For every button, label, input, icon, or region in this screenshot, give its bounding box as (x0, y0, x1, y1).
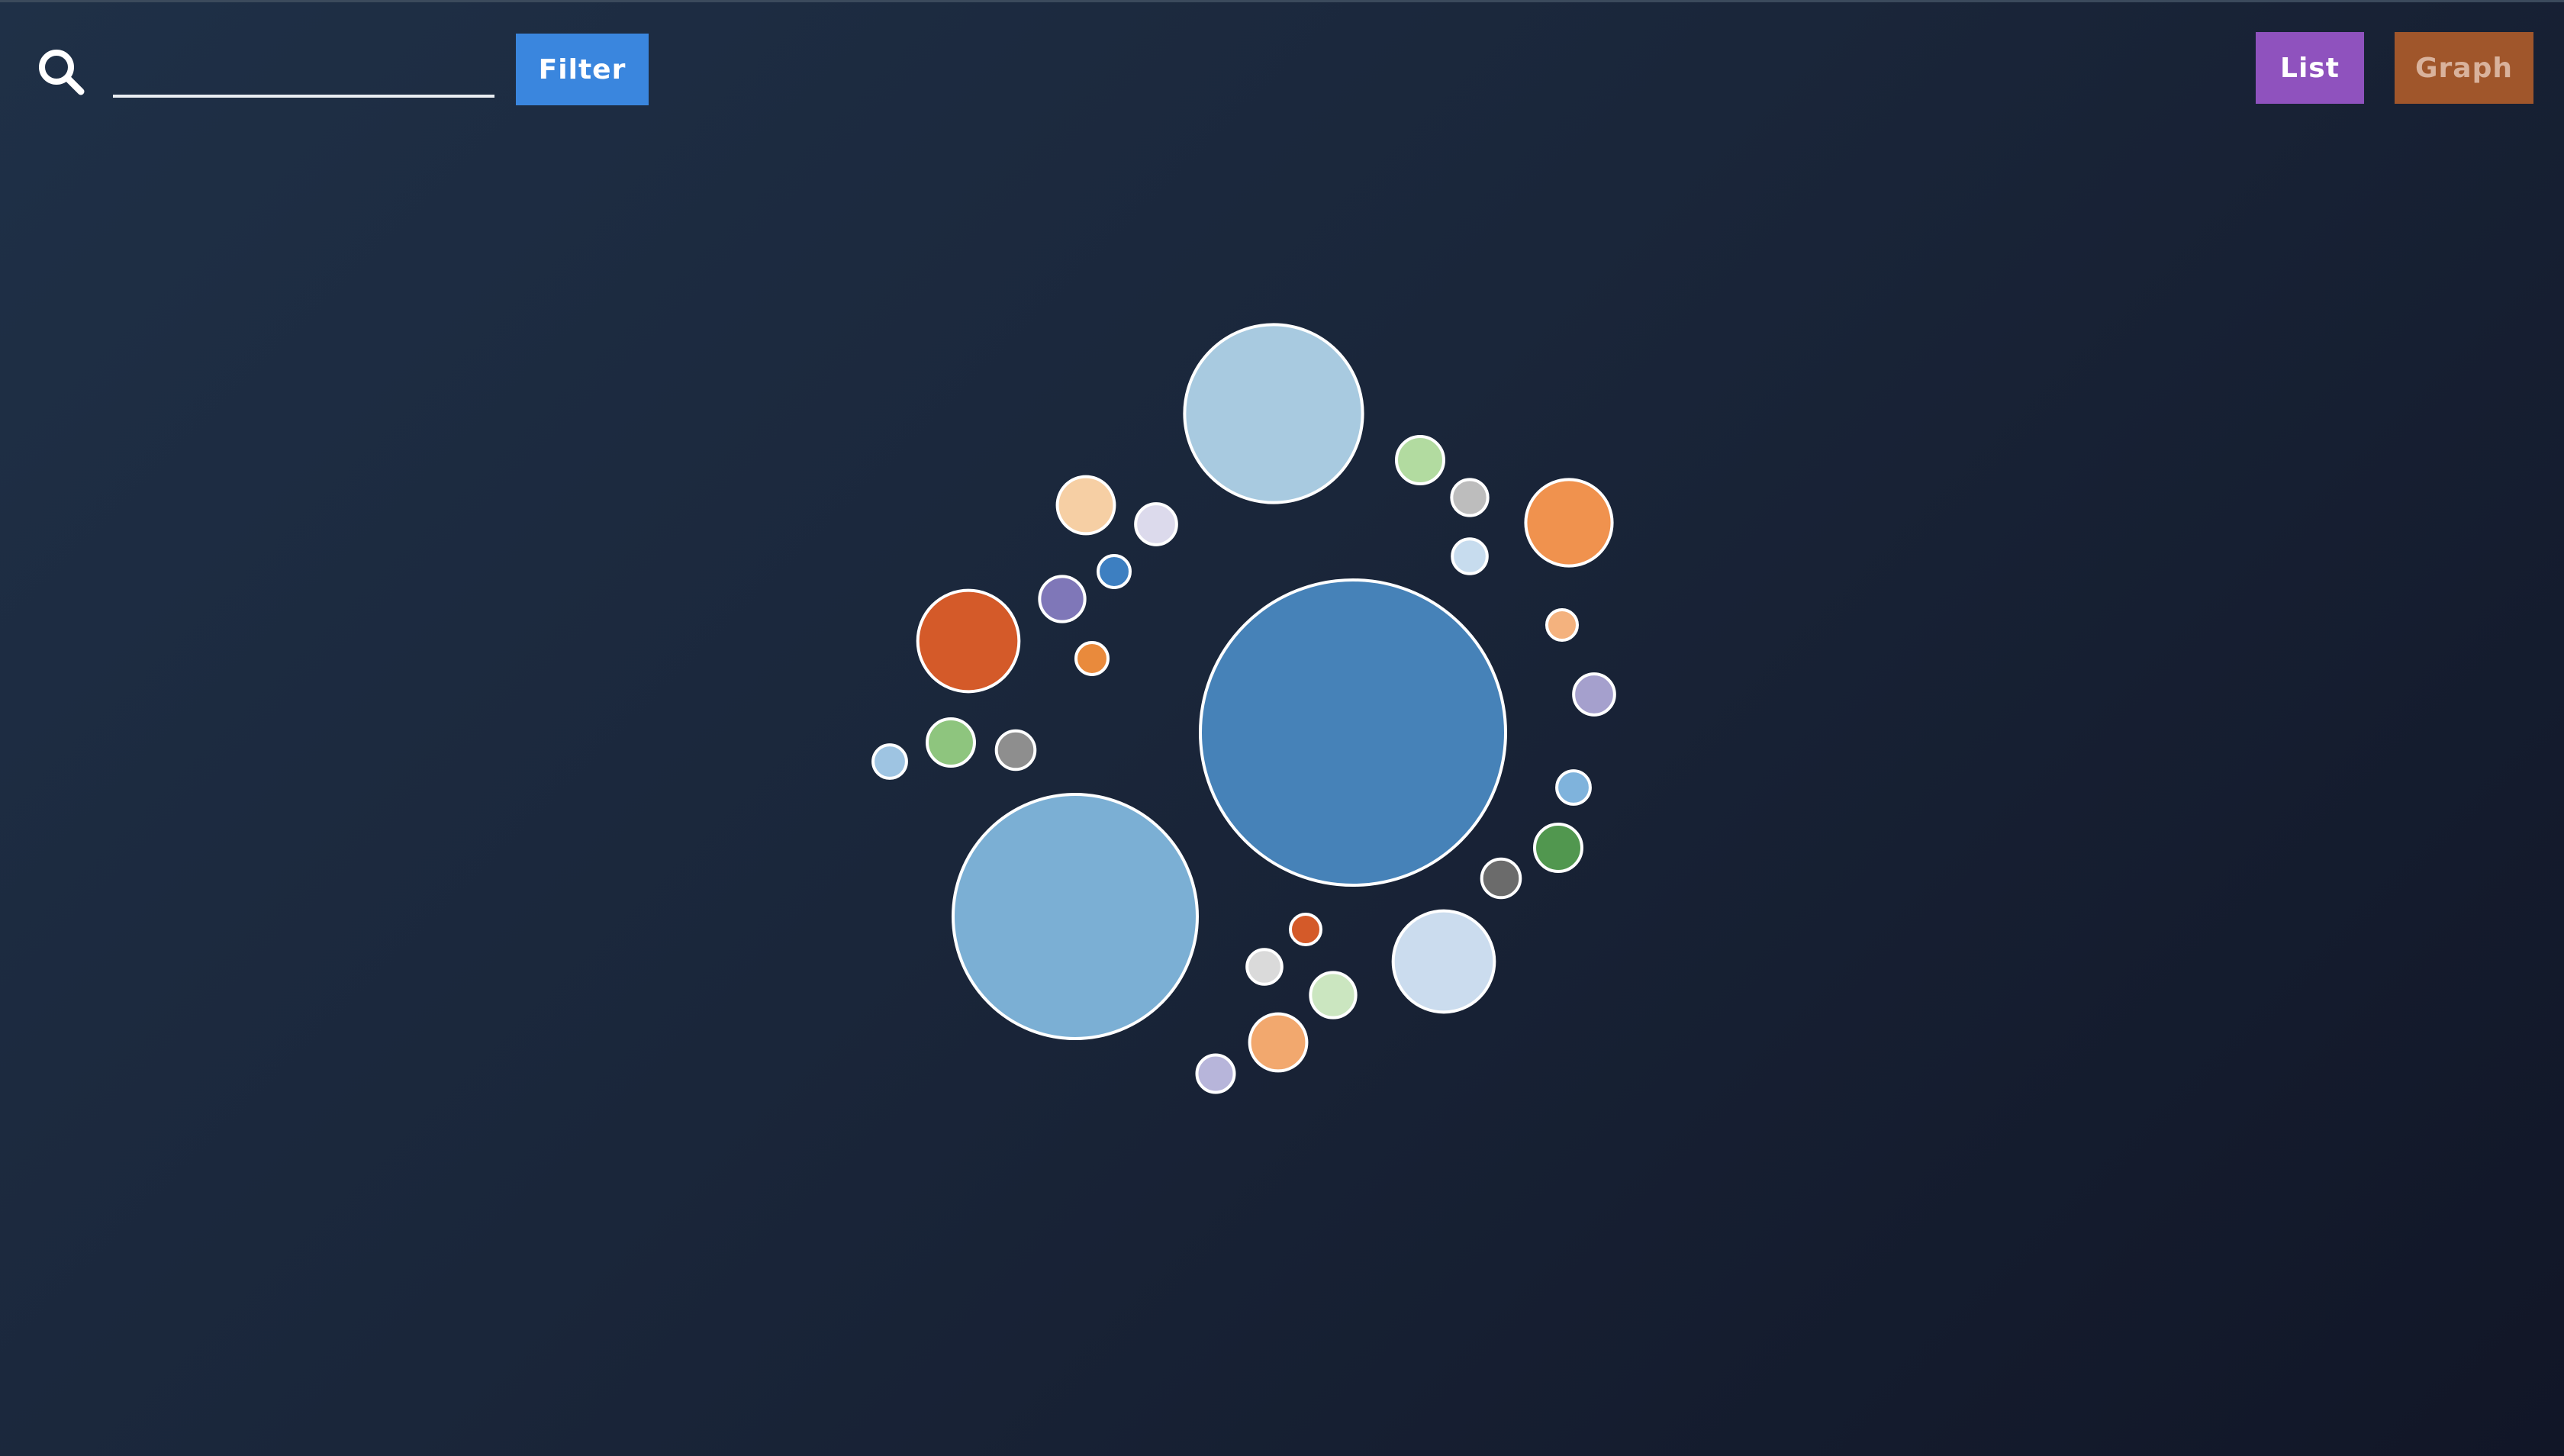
bubble-node[interactable] (926, 717, 976, 768)
bubble-node[interactable] (1391, 909, 1496, 1014)
bubble-node[interactable] (1395, 435, 1445, 485)
bubble-node[interactable] (1533, 823, 1583, 873)
bubble-node[interactable] (1183, 323, 1364, 504)
bubble-node[interactable] (1199, 578, 1507, 887)
bubble-node[interactable] (1074, 641, 1110, 676)
bubble-node[interactable] (1555, 769, 1592, 806)
bubble-node[interactable] (952, 793, 1199, 1040)
bubble-node[interactable] (994, 729, 1037, 771)
bubble-node[interactable] (1097, 554, 1132, 589)
bubble-node[interactable] (1195, 1053, 1236, 1094)
bubble-node[interactable] (1545, 608, 1579, 642)
bubble-node[interactable] (916, 588, 1021, 694)
bubble-chart (871, 323, 1616, 1094)
bubble-node[interactable] (1451, 537, 1489, 575)
bubble-node[interactable] (1055, 475, 1116, 536)
bubble-node[interactable] (1480, 857, 1522, 900)
bubble-node[interactable] (1309, 971, 1358, 1020)
bubble-node[interactable] (1245, 948, 1284, 986)
bubble-node[interactable] (1134, 502, 1178, 546)
bubble-node[interactable] (871, 743, 908, 780)
bubble-node[interactable] (1450, 478, 1490, 517)
bubble-node[interactable] (1038, 575, 1087, 623)
bubble-node[interactable] (1248, 1012, 1309, 1073)
bubble-node[interactable] (1572, 672, 1616, 717)
bubble-node[interactable] (1289, 913, 1322, 946)
bubble-node[interactable] (1524, 478, 1614, 568)
